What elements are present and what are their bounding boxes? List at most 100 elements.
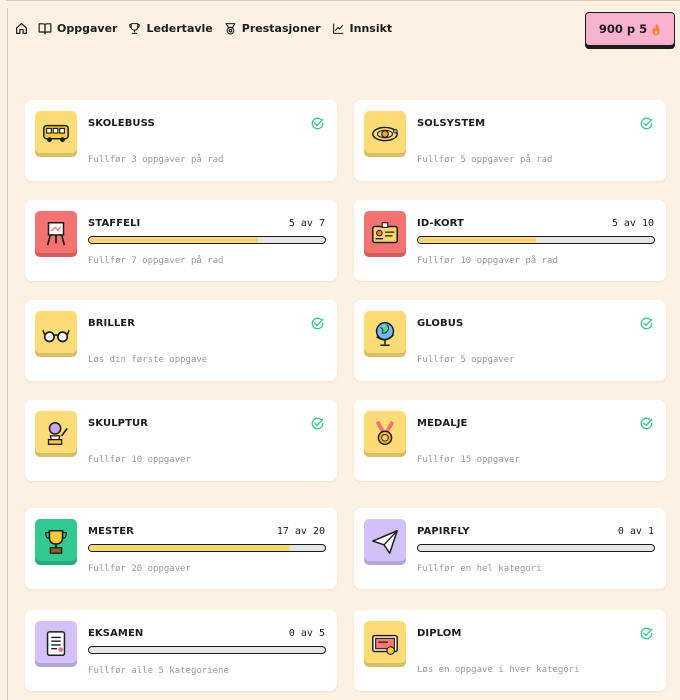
progress-bar bbox=[88, 236, 326, 244]
achievement-card[interactable]: SOLSYSTEM Fullfør 5 oppgaver på rad bbox=[354, 100, 666, 181]
achievement-title: DIPLOM bbox=[417, 628, 462, 639]
achievement-tile bbox=[35, 311, 77, 357]
achievement-card[interactable]: STAFFELI 5 av 7 Fullfør 7 oppgaver på rad bbox=[25, 200, 337, 281]
progress-bar-fill bbox=[418, 237, 536, 243]
achievement-card[interactable]: MEDALJE Fullfør 15 oppgaver bbox=[354, 400, 666, 481]
trophy-icon bbox=[129, 22, 141, 34]
nav-innsikt[interactable]: Innsikt bbox=[332, 21, 393, 35]
progress-count: 5 av 10 bbox=[611, 218, 654, 229]
progress-count: 17 av 20 bbox=[276, 526, 325, 537]
achievement-tile bbox=[35, 411, 77, 457]
nav-innsikt-label: Innsikt bbox=[349, 21, 393, 35]
glasses-icon bbox=[42, 329, 70, 343]
achievement-title: ID-KORT bbox=[417, 218, 464, 229]
progress-count: 5 av 7 bbox=[288, 218, 325, 229]
nav-oppgaver-label: Oppgaver bbox=[57, 21, 118, 35]
achievement-description: Fullfør 5 oppgaver på rad bbox=[417, 155, 553, 165]
trophy-cup-icon bbox=[45, 530, 67, 554]
achievement-description: Fullfør 3 oppgaver på rad bbox=[88, 155, 224, 165]
achievement-tile bbox=[364, 211, 406, 257]
achievement-title: GLOBUS bbox=[417, 318, 464, 329]
achievement-tile bbox=[364, 621, 406, 667]
achievement-tile bbox=[364, 519, 406, 565]
achievement-description: Fullfør en hel kategori bbox=[417, 564, 542, 574]
achievement-card[interactable]: MESTER 17 av 20 Fullfør 20 oppgaver bbox=[25, 508, 337, 589]
nav-ledertavle[interactable]: Ledertavle bbox=[128, 21, 213, 35]
check-circle-icon bbox=[640, 317, 653, 330]
progress-count: 0 av 1 bbox=[617, 526, 654, 537]
achievement-card[interactable]: ID-KORT 5 av 10 Fullfør 10 oppgaver på rad bbox=[354, 200, 666, 281]
achievement-title: STAFFELI bbox=[88, 218, 141, 229]
home-icon bbox=[16, 22, 27, 34]
achievement-tile bbox=[364, 311, 406, 357]
score-badge[interactable]: 900 p 5 bbox=[585, 12, 675, 46]
sculpture-icon bbox=[47, 422, 68, 445]
check-circle-icon bbox=[640, 117, 653, 130]
achievement-title: SOLSYSTEM bbox=[417, 118, 486, 129]
progress-bar-fill bbox=[89, 237, 258, 243]
progress-bar bbox=[88, 646, 326, 654]
achievement-description: Fullfør 7 oppgaver på rad bbox=[88, 256, 224, 266]
achievement-description: Fullfør 20 oppgaver bbox=[88, 564, 191, 574]
achievement-card[interactable]: DIPLOM Løs én oppgave i hver kategori bbox=[354, 610, 666, 691]
progress-count: 0 av 5 bbox=[288, 628, 325, 639]
achievement-description: Løs én oppgave i hver kategori bbox=[417, 665, 580, 675]
achievement-card[interactable]: EKSAMEN 0 av 5 Fullfør alle 5 kategoriene bbox=[25, 610, 337, 691]
progress-bar bbox=[417, 544, 655, 552]
achievement-tile bbox=[364, 111, 406, 157]
achievement-title: MESTER bbox=[88, 526, 134, 537]
diploma-icon bbox=[372, 634, 398, 655]
medal-icon bbox=[375, 420, 395, 446]
achievements-page: Oppgaver Ledertavle Prestasjoner Innsikt… bbox=[7, 8, 680, 700]
window-top-edge bbox=[6, 0, 680, 8]
achievement-title: SKULPTUR bbox=[88, 418, 149, 429]
nav-prestasjoner-label: Prestasjoner bbox=[241, 21, 321, 35]
globe-icon bbox=[375, 322, 395, 346]
achievement-description: Fullfør alle 5 kategoriene bbox=[88, 666, 229, 676]
achievement-card[interactable]: BRILLER Løs din første oppgave bbox=[25, 300, 337, 381]
chart-line-icon bbox=[332, 23, 343, 34]
id-card-icon bbox=[372, 222, 398, 244]
achievement-title: MEDALJE bbox=[417, 418, 468, 429]
achievement-description: Fullfør 5 oppgaver bbox=[417, 355, 515, 365]
window-left-margin bbox=[0, 0, 6, 700]
achievement-title: SKOLEBUSS bbox=[88, 118, 155, 129]
achievement-description: Fullfør 15 oppgaver bbox=[417, 455, 520, 465]
progress-bar bbox=[417, 236, 655, 244]
achievement-tile bbox=[364, 411, 406, 457]
nav-prestasjoner[interactable]: Prestasjoner bbox=[224, 22, 321, 35]
easel-icon bbox=[46, 222, 66, 246]
check-circle-icon bbox=[311, 417, 324, 430]
check-circle-icon bbox=[311, 117, 324, 130]
streak-value: 5 bbox=[639, 22, 648, 36]
progress-bar-fill bbox=[89, 545, 290, 551]
check-circle-icon bbox=[640, 627, 653, 640]
school-bus-icon bbox=[43, 124, 69, 143]
check-circle-icon bbox=[640, 417, 653, 430]
nav-oppgaver[interactable]: Oppgaver bbox=[38, 22, 117, 35]
award-icon bbox=[225, 22, 236, 34]
flame-icon bbox=[652, 23, 660, 35]
solar-system-icon bbox=[372, 126, 398, 142]
points-value: 900 p bbox=[598, 22, 636, 36]
nav-home[interactable] bbox=[15, 22, 28, 35]
achievement-tile bbox=[35, 519, 77, 565]
top-navigation: Oppgaver Ledertavle Prestasjoner Innsikt bbox=[8, 8, 403, 48]
achievement-description: Løs din første oppgave bbox=[88, 355, 208, 365]
achievement-description: Fullfør 10 oppgaver på rad bbox=[417, 256, 558, 266]
book-icon bbox=[38, 22, 52, 34]
achievement-title: BRILLER bbox=[88, 318, 136, 329]
achievement-description: Fullfør 10 oppgaver bbox=[88, 455, 191, 465]
achievement-tile bbox=[35, 111, 77, 157]
check-circle-icon bbox=[311, 317, 324, 330]
paper-plane-icon bbox=[372, 530, 398, 554]
exam-paper-icon bbox=[46, 631, 66, 656]
achievement-title: EKSAMEN bbox=[88, 628, 144, 639]
achievement-card[interactable]: GLOBUS Fullfør 5 oppgaver bbox=[354, 300, 666, 381]
achievement-tile bbox=[35, 621, 77, 667]
nav-ledertavle-label: Ledertavle bbox=[146, 21, 213, 35]
achievement-card[interactable]: SKOLEBUSS Fullfør 3 oppgaver på rad bbox=[25, 100, 337, 181]
achievement-title: PAPIRFLY bbox=[417, 526, 470, 537]
achievement-card[interactable]: SKULPTUR Fullfør 10 oppgaver bbox=[25, 400, 337, 481]
achievement-card[interactable]: PAPIRFLY 0 av 1 Fullfør en hel kategori bbox=[354, 508, 666, 589]
